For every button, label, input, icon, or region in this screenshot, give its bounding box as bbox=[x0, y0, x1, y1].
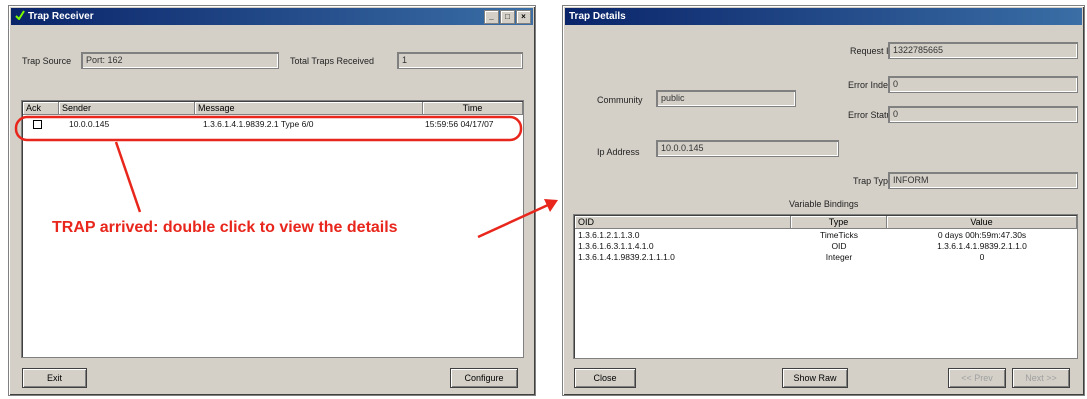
table-row[interactable]: 1.3.6.1.2.1.1.3.0 TimeTicks 0 days 00h:5… bbox=[575, 230, 1077, 241]
table-row[interactable]: 1.3.6.1.6.3.1.1.4.1.0 OID 1.3.6.1.4.1.98… bbox=[575, 241, 1077, 252]
community-label: Community bbox=[597, 95, 643, 105]
ip-address-field[interactable]: 10.0.0.145 bbox=[656, 140, 839, 157]
error-index-field[interactable]: 0 bbox=[888, 76, 1078, 93]
column-header-message[interactable]: Message bbox=[195, 102, 423, 115]
trap-type-field[interactable]: INFORM bbox=[888, 172, 1078, 189]
column-header-ack[interactable]: Ack bbox=[23, 102, 59, 115]
close-window-button[interactable]: × bbox=[516, 10, 531, 24]
app-icon bbox=[15, 9, 25, 21]
show-raw-button[interactable]: Show Raw bbox=[782, 368, 848, 388]
community-field[interactable]: public bbox=[656, 90, 796, 107]
bindings-list[interactable]: OID Type Value 1.3.6.1.2.1.1.3.0 TimeTic… bbox=[573, 214, 1078, 359]
trap-details-titlebar[interactable]: Trap Details bbox=[565, 8, 1082, 25]
column-header-oid[interactable]: OID bbox=[575, 216, 791, 229]
exit-button[interactable]: Exit bbox=[22, 368, 87, 388]
maximize-button[interactable]: □ bbox=[500, 10, 515, 24]
table-row[interactable]: 1.3.6.1.4.1.9839.2.1.1.1.0 Integer 0 bbox=[575, 252, 1077, 263]
column-header-time[interactable]: Time bbox=[423, 102, 523, 115]
trap-details-title: Trap Details bbox=[569, 11, 626, 22]
next-button[interactable]: Next >> bbox=[1012, 368, 1070, 388]
trap-receiver-titlebar[interactable]: Trap Receiver _ □ × bbox=[11, 8, 533, 25]
minimize-button[interactable]: _ bbox=[484, 10, 499, 24]
error-status-field[interactable]: 0 bbox=[888, 106, 1078, 123]
binding-value: 0 days 00h:59m:47.30s bbox=[937, 230, 1027, 240]
ip-address-label: Ip Address bbox=[597, 147, 640, 157]
column-header-sender[interactable]: Sender bbox=[59, 102, 195, 115]
column-header-value[interactable]: Value bbox=[887, 216, 1077, 229]
total-traps-label: Total Traps Received bbox=[290, 56, 375, 66]
total-traps-field[interactable]: 1 bbox=[397, 52, 523, 69]
arrow-head-icon bbox=[544, 199, 558, 212]
row-time: 15:59:56 04/17/07 bbox=[425, 119, 494, 129]
trap-source-field[interactable]: Port: 162 bbox=[81, 52, 279, 69]
variable-bindings-label: Variable Bindings bbox=[789, 199, 859, 209]
binding-type: Integer bbox=[825, 252, 853, 262]
binding-value: 1.3.6.1.4.1.9839.2.1.1.0 bbox=[937, 241, 1027, 251]
configure-button[interactable]: Configure bbox=[450, 368, 518, 388]
binding-oid: 1.3.6.1.6.3.1.1.4.1.0 bbox=[578, 241, 654, 251]
error-index-label: Error Index bbox=[848, 80, 893, 90]
trap-receiver-title: Trap Receiver bbox=[28, 11, 94, 22]
close-button[interactable]: Close bbox=[574, 368, 636, 388]
row-message: 1.3.6.1.4.1.9839.2.1 Type 6/0 bbox=[203, 119, 314, 129]
table-row[interactable]: 10.0.0.145 1.3.6.1.4.1.9839.2.1 Type 6/0… bbox=[23, 116, 523, 132]
binding-value: 0 bbox=[979, 252, 985, 262]
binding-oid: 1.3.6.1.4.1.9839.2.1.1.1.0 bbox=[578, 252, 675, 262]
binding-type: OID bbox=[831, 241, 847, 251]
binding-oid: 1.3.6.1.2.1.1.3.0 bbox=[578, 230, 640, 240]
annotation-text: TRAP arrived: double click to view the d… bbox=[52, 219, 398, 236]
trap-source-label: Trap Source bbox=[22, 56, 72, 66]
row-sender: 10.0.0.145 bbox=[69, 119, 110, 129]
binding-type: TimeTicks bbox=[819, 230, 859, 240]
request-id-field[interactable]: 1322785665 bbox=[888, 42, 1078, 59]
trap-receiver-window: Trap Receiver _ □ × Trap Source Port: 16… bbox=[8, 5, 536, 396]
trap-details-window: Trap Details Request ID 1322785665 Error… bbox=[562, 5, 1085, 396]
prev-button[interactable]: << Prev bbox=[948, 368, 1006, 388]
column-header-type[interactable]: Type bbox=[791, 216, 887, 229]
ack-checkbox[interactable] bbox=[33, 120, 42, 129]
